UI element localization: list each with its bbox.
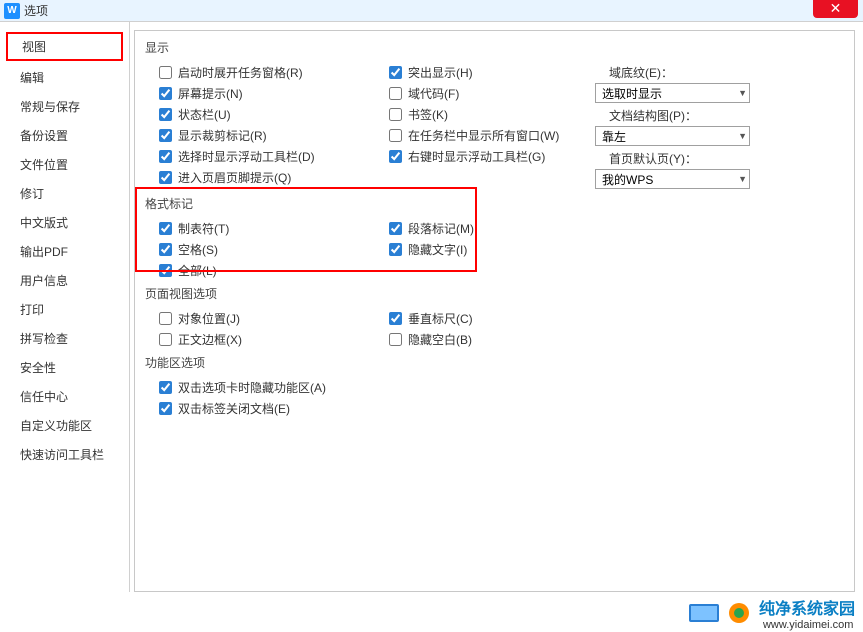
sidebar-item-label: 安全性 xyxy=(20,361,56,375)
sidebar-item-general[interactable]: 常规与保存 xyxy=(0,92,129,121)
section-title-display: 显示 xyxy=(145,39,844,56)
brand-name: 纯净系统家园 xyxy=(759,595,855,619)
window-title: 选项 xyxy=(24,2,48,19)
ribbon-decoration xyxy=(689,604,719,622)
pageview-options: 对象位置(J) 正文边框(X) 垂直标尺(C) 隐藏空白(B) xyxy=(145,308,844,350)
sidebar-item-print[interactable]: 打印 xyxy=(0,295,129,324)
combo-defaultpage[interactable]: 我的WPS▼ xyxy=(595,169,750,189)
chk-highlight[interactable]: 突出显示(H) xyxy=(375,62,595,83)
chk-vruler[interactable]: 垂直标尺(C) xyxy=(375,308,595,329)
brand-logo-icon xyxy=(727,601,751,625)
label-docmap: 文档结构图(P)： xyxy=(595,105,765,126)
content: 视图 编辑 常规与保存 备份设置 文件位置 修订 中文版式 输出PDF 用户信息… xyxy=(0,22,863,592)
close-icon: ✕ xyxy=(830,0,842,17)
chk-bookmark[interactable]: 书签(K) xyxy=(375,104,595,125)
section-title-pageview: 页面视图选项 xyxy=(145,285,844,302)
sidebar-item-label: 视图 xyxy=(22,40,46,54)
chk-cropmarks[interactable]: 显示裁剪标记(R) xyxy=(145,125,375,146)
sidebar-item-userinfo[interactable]: 用户信息 xyxy=(0,266,129,295)
label-fieldshading: 域底纹(E)： xyxy=(595,62,765,83)
chk-hidewhite[interactable]: 隐藏空白(B) xyxy=(375,329,595,350)
sidebar-item-label: 备份设置 xyxy=(20,129,68,143)
sidebar-item-revision[interactable]: 修订 xyxy=(0,179,129,208)
sidebar-item-trust[interactable]: 信任中心 xyxy=(0,382,129,411)
chk-floattool-select[interactable]: 选择时显示浮动工具栏(D) xyxy=(145,146,375,167)
sidebar-item-label: 快速访问工具栏 xyxy=(20,448,104,462)
section-title-ribbon: 功能区选项 xyxy=(145,354,844,371)
chk-paragraph[interactable]: 段落标记(M) xyxy=(375,218,595,239)
footer-watermark: 纯净系统家园 www.yidaimei.com xyxy=(689,594,863,632)
sidebar-item-security[interactable]: 安全性 xyxy=(0,353,129,382)
chk-textborder[interactable]: 正文边框(X) xyxy=(145,329,375,350)
sidebar-item-label: 用户信息 xyxy=(20,274,68,288)
close-button[interactable]: ✕ xyxy=(813,0,858,18)
sidebar-item-view[interactable]: 视图 xyxy=(6,32,123,61)
sidebar-item-label: 拼写检查 xyxy=(20,332,68,346)
titlebar: W 选项 ✕ xyxy=(0,0,863,22)
chk-tab[interactable]: 制表符(T) xyxy=(145,218,375,239)
format-options: 制表符(T) 空格(S) 全部(L) 段落标记(M) 隐藏文字(I) xyxy=(145,218,844,281)
sidebar-item-pdf[interactable]: 输出PDF xyxy=(0,237,129,266)
sidebar-item-backup[interactable]: 备份设置 xyxy=(0,121,129,150)
chk-dblclick-hide[interactable]: 双击选项卡时隐藏功能区(A) xyxy=(145,377,545,398)
section-title-format: 格式标记 xyxy=(145,195,844,212)
chk-space[interactable]: 空格(S) xyxy=(145,239,375,260)
chk-fieldcode[interactable]: 域代码(F) xyxy=(375,83,595,104)
ribbon-options: 双击选项卡时隐藏功能区(A) 双击标签关闭文档(E) xyxy=(145,377,844,419)
sidebar-item-label: 编辑 xyxy=(20,71,44,85)
chk-all[interactable]: 全部(L) xyxy=(145,260,375,281)
sidebar-item-spellcheck[interactable]: 拼写检查 xyxy=(0,324,129,353)
sidebar-item-label: 常规与保存 xyxy=(20,100,80,114)
sidebar-item-label: 信任中心 xyxy=(20,390,68,404)
main-panel: 显示 启动时展开任务窗格(R) 屏幕提示(N) 状态栏(U) 显示裁剪标记(R)… xyxy=(134,30,855,592)
sidebar-item-qat[interactable]: 快速访问工具栏 xyxy=(0,440,129,469)
chk-taskbar-windows[interactable]: 在任务栏中显示所有窗口(W) xyxy=(375,125,595,146)
brand-url: www.yidaimei.com xyxy=(763,619,855,631)
sidebar-item-label: 中文版式 xyxy=(20,216,68,230)
sidebar-item-label: 输出PDF xyxy=(20,245,68,259)
label-defaultpage: 首页默认页(Y)： xyxy=(595,148,765,169)
sidebar-item-label: 文件位置 xyxy=(20,158,68,172)
sidebar: 视图 编辑 常规与保存 备份设置 文件位置 修订 中文版式 输出PDF 用户信息… xyxy=(0,22,130,592)
sidebar-item-label: 修订 xyxy=(20,187,44,201)
chk-screentip[interactable]: 屏幕提示(N) xyxy=(145,83,375,104)
chk-dblclick-close[interactable]: 双击标签关闭文档(E) xyxy=(145,398,545,419)
chk-statusbar[interactable]: 状态栏(U) xyxy=(145,104,375,125)
chk-headerfooter-hint[interactable]: 进入页眉页脚提示(Q) xyxy=(145,167,375,188)
sidebar-item-customribbon[interactable]: 自定义功能区 xyxy=(0,411,129,440)
sidebar-item-label: 打印 xyxy=(20,303,44,317)
chk-floattool-rightclick[interactable]: 右键时显示浮动工具栏(G) xyxy=(375,146,595,167)
chevron-down-icon: ▼ xyxy=(738,131,747,141)
sidebar-item-filelocation[interactable]: 文件位置 xyxy=(0,150,129,179)
chevron-down-icon: ▼ xyxy=(738,174,747,184)
sidebar-item-edit[interactable]: 编辑 xyxy=(0,63,129,92)
sidebar-item-label: 自定义功能区 xyxy=(20,419,92,433)
sidebar-item-cjk[interactable]: 中文版式 xyxy=(0,208,129,237)
chevron-down-icon: ▼ xyxy=(738,88,747,98)
chk-hidden[interactable]: 隐藏文字(I) xyxy=(375,239,595,260)
combo-docmap[interactable]: 靠左▼ xyxy=(595,126,750,146)
combo-fieldshading[interactable]: 选取时显示▼ xyxy=(595,83,750,103)
chk-objpos[interactable]: 对象位置(J) xyxy=(145,308,375,329)
display-options: 启动时展开任务窗格(R) 屏幕提示(N) 状态栏(U) 显示裁剪标记(R) 选择… xyxy=(145,62,844,191)
chk-taskpane[interactable]: 启动时展开任务窗格(R) xyxy=(145,62,375,83)
app-icon: W xyxy=(4,3,20,19)
